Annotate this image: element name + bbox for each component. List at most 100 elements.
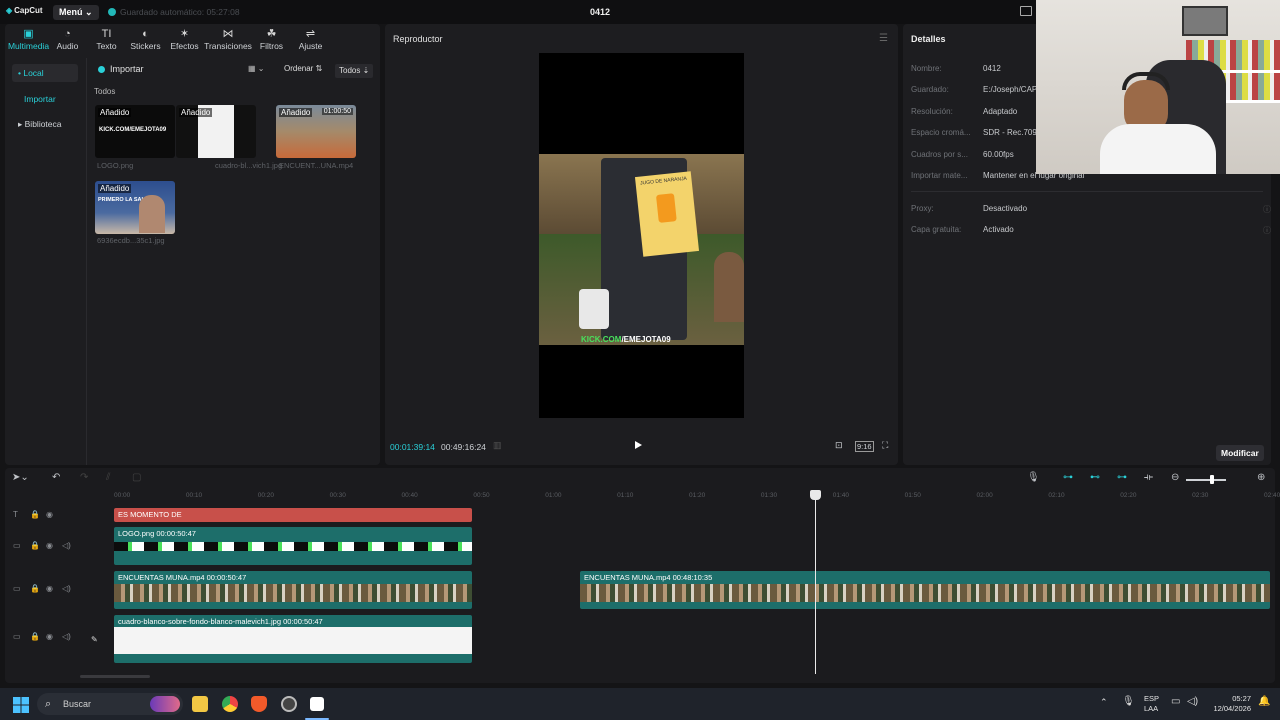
sort-label: Ordenar	[284, 64, 314, 73]
autosave-icon	[108, 8, 116, 16]
video-filmstrip	[114, 584, 472, 602]
modify-button[interactable]: Modificar	[1216, 445, 1264, 461]
sidebar-item-local[interactable]: • Local	[12, 64, 78, 82]
menu-button[interactable]: Menú ⌄	[53, 5, 99, 20]
audio-icon: ◔	[64, 28, 71, 40]
video-clip-1[interactable]: ENCUENTAS MUNA.mp4 00:00:50:47	[114, 571, 472, 609]
language-code: ESP	[1144, 694, 1160, 703]
capcut-taskbar-icon[interactable]	[310, 697, 324, 711]
text-clip[interactable]: ES MOMENTO DE	[114, 508, 472, 522]
tab-text[interactable]: TI Texto	[87, 24, 126, 58]
video-preview[interactable]: JUGO DE NARANJA KICK.COM/EMEJOTA09	[539, 53, 744, 418]
volume-icon[interactable]: ◁)	[1187, 696, 1198, 707]
speaker-icon[interactable]: ◁)	[62, 584, 71, 593]
zoom-out-icon[interactable]: ⊖	[1171, 472, 1179, 483]
total-time: 00:49:16:24	[441, 442, 486, 452]
cursor-icon[interactable]: ➤⌄	[12, 472, 29, 483]
person-figure	[714, 252, 744, 322]
fullscreen-icon[interactable]: ⛶	[882, 440, 888, 451]
filter-icon: ⇣	[362, 66, 370, 75]
preview-axis-icon[interactable]: ⟛	[1144, 472, 1153, 483]
speaker-icon[interactable]: ◁)	[62, 541, 71, 550]
ruler-tick: 01:30	[760, 492, 778, 499]
lock-icon[interactable]: 🔒	[30, 541, 40, 550]
media-item-image[interactable]: Añadido PRIMERO LA SALUD	[95, 181, 175, 234]
lock-icon[interactable]: 🔒	[30, 510, 40, 519]
layout-icon[interactable]	[1020, 6, 1032, 16]
tab-filters[interactable]: ☘ Filtros	[252, 24, 291, 58]
link-clips-icon[interactable]: ⊶	[1063, 472, 1073, 483]
language-indicator[interactable]: ESP LAA	[1144, 694, 1159, 714]
media-caption: ENCUENT...UNA.mp4	[279, 161, 354, 170]
logo-clip[interactable]: LOGO.png 00:00:50:47	[114, 527, 472, 565]
microphone-icon[interactable]: 🎙	[1027, 472, 1040, 483]
file-explorer-icon[interactable]	[192, 696, 208, 712]
tab-multimedia[interactable]: ▣ Multimedia	[8, 24, 49, 58]
zoom-slider[interactable]	[1186, 479, 1226, 481]
microphone-icon[interactable]: 🎙	[1122, 696, 1135, 707]
tab-adjust[interactable]: ⇌ Ajuste	[291, 24, 330, 58]
fit-screen-icon[interactable]: ⊡	[835, 440, 843, 451]
image-clip[interactable]: cuadro-blanco-sobre-fondo-blanco-malevic…	[114, 615, 472, 663]
detail-value: Adaptado	[983, 107, 1018, 116]
eye-icon[interactable]: ◉	[46, 510, 53, 519]
import-button[interactable]: Importar	[98, 64, 144, 74]
media-item-logo[interactable]: Añadido KICK.COM/EMEJOTA09	[95, 105, 175, 158]
tab-audio[interactable]: ◔ Audio	[48, 24, 87, 58]
redo-icon[interactable]: ↷	[80, 472, 88, 483]
hamburger-icon[interactable]: ☰	[879, 33, 888, 44]
sort-button[interactable]: Ordenar ⇅	[284, 64, 322, 73]
windows-start-icon[interactable]	[13, 697, 29, 713]
playhead[interactable]	[815, 492, 816, 674]
taskbar-search[interactable]: ⌕ Buscar	[37, 693, 183, 715]
menu-label: Menú	[59, 7, 83, 17]
lock-icon[interactable]: 🔒	[30, 584, 40, 593]
tab-effects[interactable]: ✶ Efectos	[165, 24, 204, 58]
detail-label: Guardado:	[911, 85, 949, 94]
media-icon: ▣	[23, 28, 34, 40]
aspect-ratio-button[interactable]: 9:16	[855, 441, 874, 452]
info-icon[interactable]: ⓘ	[1263, 225, 1271, 236]
logo-thumb-text: KICK.COM/EMEJOTA09	[99, 127, 167, 133]
info-icon[interactable]: ⓘ	[1263, 204, 1271, 215]
play-button[interactable]	[635, 441, 642, 449]
eye-icon[interactable]: ◉	[46, 584, 53, 593]
taskbar-clock[interactable]: 05:27 12/04/2026	[1203, 694, 1251, 714]
chrome-icon[interactable]	[222, 696, 238, 712]
sidebar-item-import[interactable]: Importar	[12, 90, 78, 108]
view-grid-button[interactable]: ▦ ⌄	[248, 64, 265, 73]
notification-bell-icon[interactable]: 🔔	[1258, 696, 1270, 707]
video-filmstrip	[580, 584, 1270, 602]
speaker-icon[interactable]: ◁)	[62, 632, 71, 641]
media-item-video[interactable]: Añadido 01:00:50	[276, 105, 356, 158]
snap-icon[interactable]: ⊶	[1117, 472, 1127, 483]
juice-cup	[655, 193, 677, 223]
magnet-icon[interactable]: ⊷	[1090, 472, 1100, 483]
transitions-icon: ⋈	[222, 28, 234, 40]
video-clip-2[interactable]: ENCUENTAS MUNA.mp4 00:48:10:35	[580, 571, 1270, 609]
tab-stickers[interactable]: ◐ Stickers	[126, 24, 165, 58]
horizontal-scrollbar[interactable]	[80, 675, 150, 678]
app-logo: ◈ CapCut	[6, 6, 43, 15]
tab-transitions[interactable]: ⋈ Transiciones	[204, 24, 252, 58]
delete-icon[interactable]: ▢	[132, 472, 141, 483]
zoom-slider-handle[interactable]	[1210, 475, 1214, 484]
network-icon[interactable]: ▭	[1171, 696, 1180, 707]
time-ruler[interactable]: 00:00 00:10 00:20 00:30 00:40 00:50 01:00 01:10…	[110, 490, 1280, 504]
eye-icon[interactable]: ◉	[46, 541, 53, 550]
split-icon[interactable]: ⫽	[106, 472, 110, 483]
filter-button[interactable]: Todos ⇣	[335, 64, 374, 78]
media-caption: LOGO.png	[97, 161, 134, 170]
obs-icon[interactable]	[281, 696, 297, 712]
eye-icon[interactable]: ◉	[46, 632, 53, 641]
edit-cover-icon[interactable]: ✎	[91, 635, 98, 644]
sidebar-item-library[interactable]: ▸ Biblioteca	[12, 115, 78, 133]
undo-icon[interactable]: ↶	[52, 472, 60, 483]
lock-icon[interactable]: 🔒	[30, 632, 40, 641]
divider	[911, 191, 1263, 192]
chevron-up-icon[interactable]: ⌃	[1100, 697, 1108, 708]
timeline-marks-icon[interactable]: ▥	[493, 440, 502, 451]
zoom-in-icon[interactable]: ⊕	[1257, 472, 1265, 483]
media-item-white-image[interactable]: Añadido	[176, 105, 256, 158]
brave-icon[interactable]	[251, 696, 267, 712]
